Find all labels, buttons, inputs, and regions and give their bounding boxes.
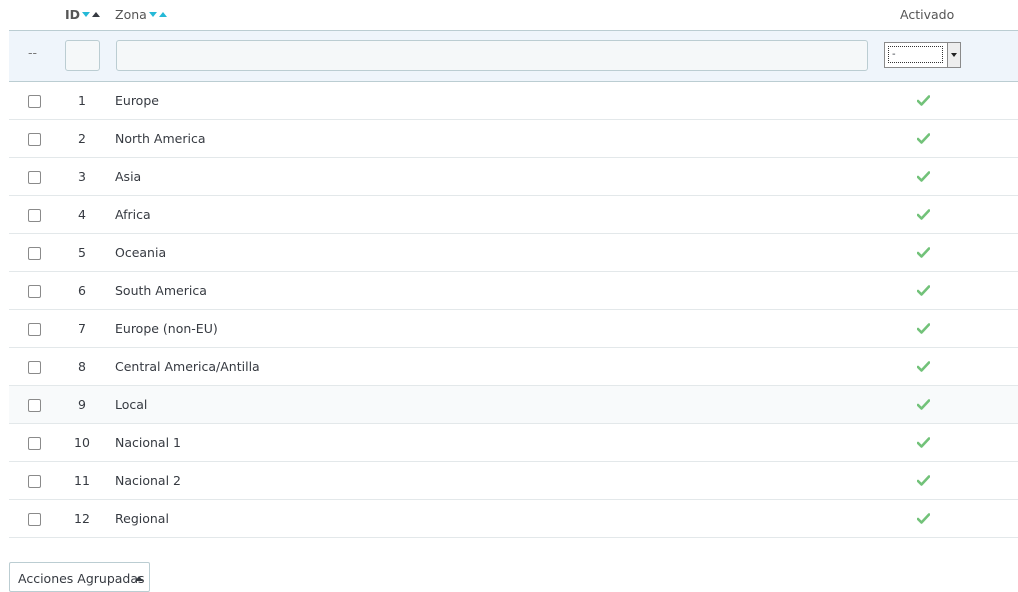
row-checkbox[interactable]: [28, 209, 41, 222]
table-row[interactable]: 12 Regional: [9, 500, 1018, 538]
sort-desc-icon[interactable]: [82, 12, 91, 17]
row-id: 7: [78, 321, 86, 336]
zona-filter-input[interactable]: [116, 40, 868, 71]
check-icon[interactable]: [916, 398, 931, 413]
row-zona: Regional: [115, 511, 169, 526]
table-header: ID Zona Activado: [9, 0, 1018, 30]
activado-filter-select[interactable]: -: [884, 42, 961, 68]
activado-filter-value: -: [888, 46, 943, 63]
table-row[interactable]: 11 Nacional 2: [9, 462, 1018, 500]
row-zona: Oceania: [115, 245, 167, 260]
bulk-actions-button[interactable]: Acciones Agrupadas: [9, 562, 150, 592]
row-checkbox[interactable]: [28, 475, 41, 488]
row-checkbox[interactable]: [28, 399, 41, 412]
row-zona: Africa: [115, 207, 151, 222]
table-row[interactable]: 1 Europe: [9, 82, 1018, 120]
row-zona: North America: [115, 131, 206, 146]
row-checkbox[interactable]: [28, 171, 41, 184]
filter-row: -- -: [9, 30, 1018, 82]
row-id: 10: [74, 435, 90, 450]
row-checkbox[interactable]: [28, 323, 41, 336]
check-icon[interactable]: [916, 132, 931, 147]
zona-header-label: Zona: [115, 7, 147, 22]
row-zona: Europe (non-EU): [115, 321, 218, 336]
check-icon[interactable]: [916, 512, 931, 527]
sort-asc-icon[interactable]: [92, 12, 101, 17]
row-id: 11: [74, 473, 90, 488]
row-id: 3: [78, 169, 86, 184]
chevron-down-icon[interactable]: [947, 43, 960, 67]
table-row[interactable]: 9 Local: [9, 386, 1018, 424]
activado-column-header: Activado: [900, 7, 955, 22]
check-icon[interactable]: [916, 94, 931, 109]
check-icon[interactable]: [916, 246, 931, 261]
table-row[interactable]: 5 Oceania: [9, 234, 1018, 272]
zones-table: ID Zona Activado -- - 1 Europe 2 North Amer…: [9, 0, 1018, 538]
row-zona: Local: [115, 397, 148, 412]
id-header-label: ID: [65, 7, 81, 22]
row-id: 5: [78, 245, 86, 260]
check-icon[interactable]: [916, 208, 931, 223]
check-icon[interactable]: [916, 474, 931, 489]
row-zona: Nacional 1: [115, 435, 181, 450]
check-icon[interactable]: [916, 360, 931, 375]
table-row[interactable]: 8 Central America/Antilla: [9, 348, 1018, 386]
row-checkbox[interactable]: [28, 95, 41, 108]
table-row[interactable]: 7 Europe (non-EU): [9, 310, 1018, 348]
id-column-header: ID: [65, 7, 101, 22]
table-row[interactable]: 4 Africa: [9, 196, 1018, 234]
row-id: 8: [78, 359, 86, 374]
check-icon[interactable]: [916, 322, 931, 337]
row-id: 4: [78, 207, 86, 222]
row-id: 6: [78, 283, 86, 298]
check-icon[interactable]: [916, 436, 931, 451]
row-zona: Europe: [115, 93, 159, 108]
row-checkbox[interactable]: [28, 361, 41, 374]
row-checkbox[interactable]: [28, 513, 41, 526]
row-id: 2: [78, 131, 86, 146]
row-zona: Asia: [115, 169, 142, 184]
row-id: 12: [74, 511, 90, 526]
sort-desc-icon[interactable]: [148, 12, 157, 17]
row-checkbox[interactable]: [28, 133, 41, 146]
row-zona: Central America/Antilla: [115, 359, 260, 374]
check-icon[interactable]: [916, 284, 931, 299]
id-filter-input[interactable]: [65, 40, 100, 71]
row-checkbox[interactable]: [28, 285, 41, 298]
table-row[interactable]: 10 Nacional 1: [9, 424, 1018, 462]
row-id: 9: [78, 397, 86, 412]
table-row[interactable]: 6 South America: [9, 272, 1018, 310]
row-zona: South America: [115, 283, 207, 298]
filter-dash: --: [28, 45, 38, 60]
table-body: 1 Europe 2 North America 3 Asia 4 Africa 5 Oceani…: [9, 82, 1018, 538]
row-zona: Nacional 2: [115, 473, 181, 488]
zona-column-header: Zona: [115, 7, 167, 22]
row-id: 1: [78, 93, 86, 108]
sort-asc-icon[interactable]: [158, 12, 167, 17]
row-checkbox[interactable]: [28, 247, 41, 260]
check-icon[interactable]: [916, 170, 931, 185]
row-checkbox[interactable]: [28, 437, 41, 450]
caret-up-icon: [135, 576, 143, 581]
table-row[interactable]: 2 North America: [9, 120, 1018, 158]
table-row[interactable]: 3 Asia: [9, 158, 1018, 196]
